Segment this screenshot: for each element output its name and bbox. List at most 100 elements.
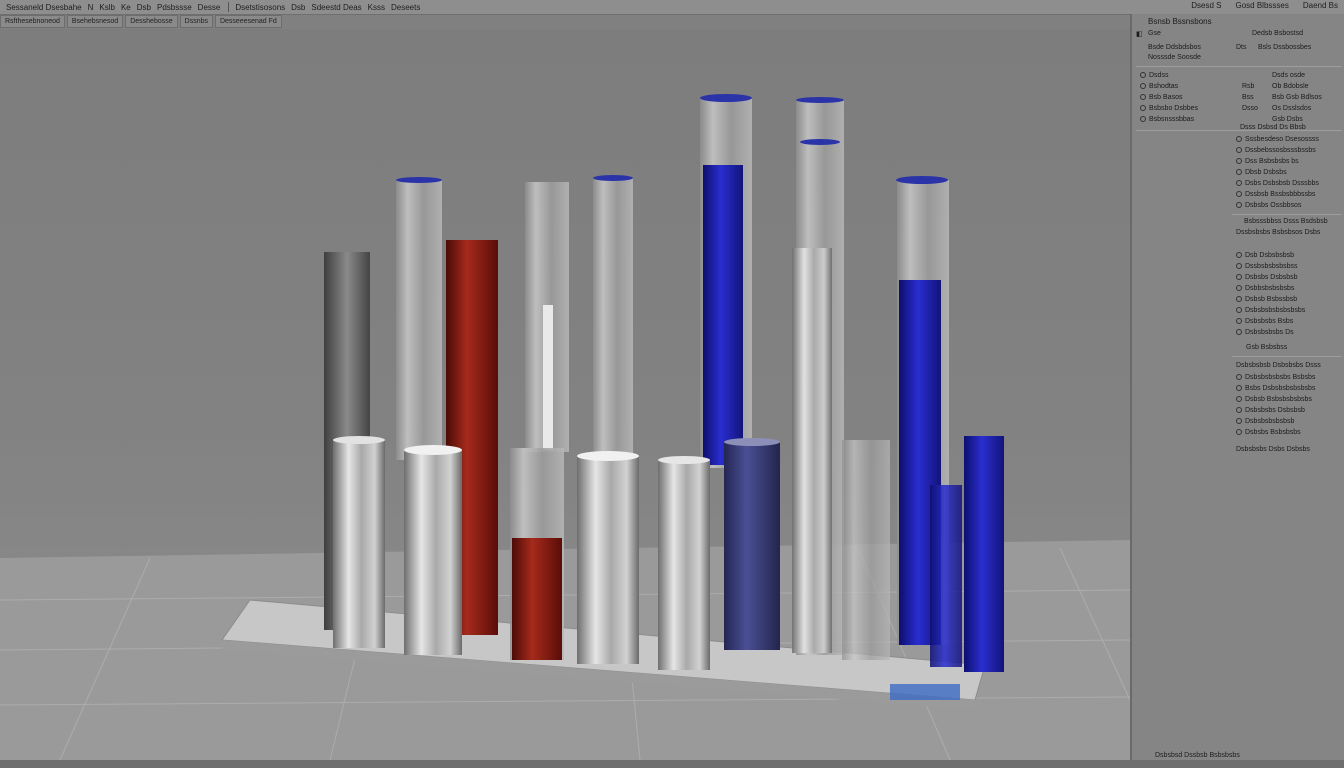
radio-icon[interactable] <box>1140 83 1146 90</box>
menu-item-sdeestd[interactable]: Sdeestd Deas <box>311 3 361 12</box>
prop-value[interactable]: Gsb Dsbs <box>1272 116 1303 123</box>
radio-icon[interactable] <box>1236 329 1242 336</box>
list-item-label: Dsbsbs Dsbsbsb <box>1245 274 1298 281</box>
list-item[interactable]: Dsbsbsbsbsbsb <box>1236 418 1294 425</box>
radio-icon[interactable] <box>1140 105 1146 112</box>
radio-icon[interactable] <box>1236 169 1242 176</box>
list-item[interactable]: Dsbsbsbs Bsbs <box>1236 318 1293 325</box>
menu-item-pdsbssse[interactable]: Pdsbssse <box>157 3 192 12</box>
prop-row[interactable]: Bshodtas <box>1140 83 1178 90</box>
section-title: Dsss Dsbsd Ds Bbsb <box>1240 124 1306 131</box>
tab-4[interactable]: Dssnbs <box>179 15 213 28</box>
list-item[interactable]: Dsbsbs Dsbsbsb <box>1236 274 1298 281</box>
radio-icon[interactable] <box>1236 385 1242 392</box>
prop-value[interactable]: Os Dsslsdos <box>1272 105 1311 112</box>
radio-icon[interactable] <box>1236 158 1242 165</box>
section-footer: Dsbsbsbs Dsbs Dsbsbs <box>1236 446 1310 453</box>
radio-icon[interactable] <box>1140 94 1146 101</box>
panel-icon[interactable]: ◧ <box>1136 30 1143 38</box>
tube-cap-blue <box>896 176 948 184</box>
radio-icon[interactable] <box>1236 180 1242 187</box>
silver-cylinder-3 <box>577 456 639 664</box>
radio-icon[interactable] <box>1236 136 1242 143</box>
list-item[interactable]: Dsbs Dsbsbsb Dsssbbs <box>1236 180 1319 187</box>
radio-icon[interactable] <box>1236 252 1242 259</box>
prop-row[interactable]: Bsb Basos <box>1140 94 1182 101</box>
menu-item-n[interactable]: N <box>88 3 94 12</box>
list-item-label: Dsbsbsbsbs Ds <box>1245 329 1294 336</box>
menu-item-dsb[interactable]: Dsb <box>137 3 151 12</box>
list-item-label: Dsbsbsbsbsbsbsbs <box>1245 307 1306 314</box>
3d-viewport[interactable] <box>0 29 1130 760</box>
menu-item-dsetstisosons[interactable]: Dsetstisosons <box>235 3 285 12</box>
list-item[interactable]: Dssbebssosbsssbssbs <box>1236 147 1316 154</box>
prop-row[interactable]: Bsbsbo Dsbbes <box>1140 105 1198 112</box>
prop-label: Dsdss <box>1149 72 1169 79</box>
menu-item-deseets[interactable]: Deseets <box>391 3 420 12</box>
menu-item-kslb[interactable]: Kslb <box>99 3 115 12</box>
radio-icon[interactable] <box>1236 418 1242 425</box>
list-item[interactable]: Sssbesdeso Dsesossss <box>1236 136 1319 143</box>
silver-cylinder-2 <box>404 450 462 655</box>
list-item[interactable]: Dsbsbsbsbsbsbsbs <box>1236 307 1305 314</box>
section-subtitle: Dssbsbsbs Bsbsbsos Dsbs <box>1236 229 1321 236</box>
radio-icon[interactable] <box>1236 396 1242 403</box>
prop-row[interactable]: Bsbsnsssbbas <box>1140 116 1194 123</box>
prop-label: Bsb Basos <box>1149 94 1183 101</box>
status-bar <box>0 760 1344 768</box>
tab-5[interactable]: Desseeesenad Fd <box>214 15 282 28</box>
cylinder-top <box>404 445 462 455</box>
panel-header-left: Gse <box>1148 30 1161 37</box>
menu-item-ke[interactable]: Ke <box>121 3 131 12</box>
radio-icon[interactable] <box>1236 191 1242 198</box>
list-item[interactable]: Dsbsbs Bsbsbsbs <box>1236 429 1301 436</box>
silver-rod-tall <box>792 248 832 653</box>
radio-icon[interactable] <box>1236 296 1242 303</box>
radio-icon[interactable] <box>1236 202 1242 209</box>
radio-icon[interactable] <box>1236 374 1242 381</box>
list-item[interactable]: Dssbsb Bssbsbbbssbs <box>1236 191 1315 198</box>
prop-value[interactable]: Dsds osde <box>1272 72 1305 79</box>
radio-icon[interactable] <box>1236 285 1242 292</box>
menu-right-2[interactable]: Gosd Blbssses <box>1236 1 1289 10</box>
list-item[interactable]: Dsbsbsbsbsbs Bsbsbs <box>1236 374 1315 381</box>
list-item[interactable]: Dsb Dsbsbsbsb <box>1236 252 1294 259</box>
radio-icon[interactable] <box>1236 307 1242 314</box>
menu-item-ksss[interactable]: Ksss <box>368 3 385 12</box>
radio-icon[interactable] <box>1236 147 1242 154</box>
list-item[interactable]: Dssbsbsbsbsbss <box>1236 263 1298 270</box>
radio-icon[interactable] <box>1140 116 1146 123</box>
list-item[interactable]: Dsbsbsbsbs Ds <box>1236 329 1294 336</box>
list-item-label: Dsbsbsbsbsbsb <box>1245 418 1295 425</box>
radio-icon[interactable] <box>1236 274 1242 281</box>
radio-icon[interactable] <box>1236 407 1242 414</box>
prop-value[interactable]: Bsb Gsb Bdlsos <box>1272 94 1322 101</box>
menu-right-1[interactable]: Dsesd S <box>1191 1 1221 10</box>
tab-2[interactable]: Bsehebsnesod <box>66 15 124 28</box>
prop-row[interactable]: Dsdss <box>1140 72 1168 79</box>
radio-icon[interactable] <box>1236 429 1242 436</box>
menu-item-dsb-2[interactable]: Dsb <box>291 3 305 12</box>
menu-item-desse[interactable]: Desse <box>198 3 221 12</box>
tab-3[interactable]: Desshebosse <box>125 15 178 28</box>
list-item[interactable]: Dbsb Dsbsbs <box>1236 169 1287 176</box>
list-item[interactable]: Dsbbsbsbsbsbs <box>1236 285 1294 292</box>
list-item[interactable]: Dsbsb Bsbssbsb <box>1236 296 1297 303</box>
prop-value[interactable]: Ob Bdobsle <box>1272 83 1309 90</box>
menu-item-file[interactable]: Sessaneld Dsesbahe <box>6 3 82 12</box>
list-item[interactable]: Bsbs Dsbsbsbsbsbsbs <box>1236 385 1315 392</box>
list-item[interactable]: Dss Bsbsbsbs bs <box>1236 158 1299 165</box>
list-item[interactable]: Dsbsbs Ossbbsos <box>1236 202 1301 209</box>
radio-icon[interactable] <box>1236 318 1242 325</box>
list-item-label: Dsbsb Bsbssbsb <box>1245 296 1298 303</box>
radio-icon[interactable] <box>1140 72 1146 79</box>
navy-cylinder <box>724 442 780 650</box>
tab-1[interactable]: Rsfthesebnoneod <box>0 15 65 28</box>
list-item[interactable]: Dsbsbsbs Dsbsbsb <box>1236 407 1305 414</box>
list-item-label: Dssbsb Bssbsbbbssbs <box>1245 191 1316 198</box>
list-item-label: Dsbsbsbs Bsbs <box>1245 318 1294 325</box>
tube-cap-blue <box>700 94 752 102</box>
menu-right-3[interactable]: Daend Bs <box>1303 1 1338 10</box>
list-item[interactable]: Dsbsb Bsbsbsbsbsbs <box>1236 396 1312 403</box>
radio-icon[interactable] <box>1236 263 1242 270</box>
